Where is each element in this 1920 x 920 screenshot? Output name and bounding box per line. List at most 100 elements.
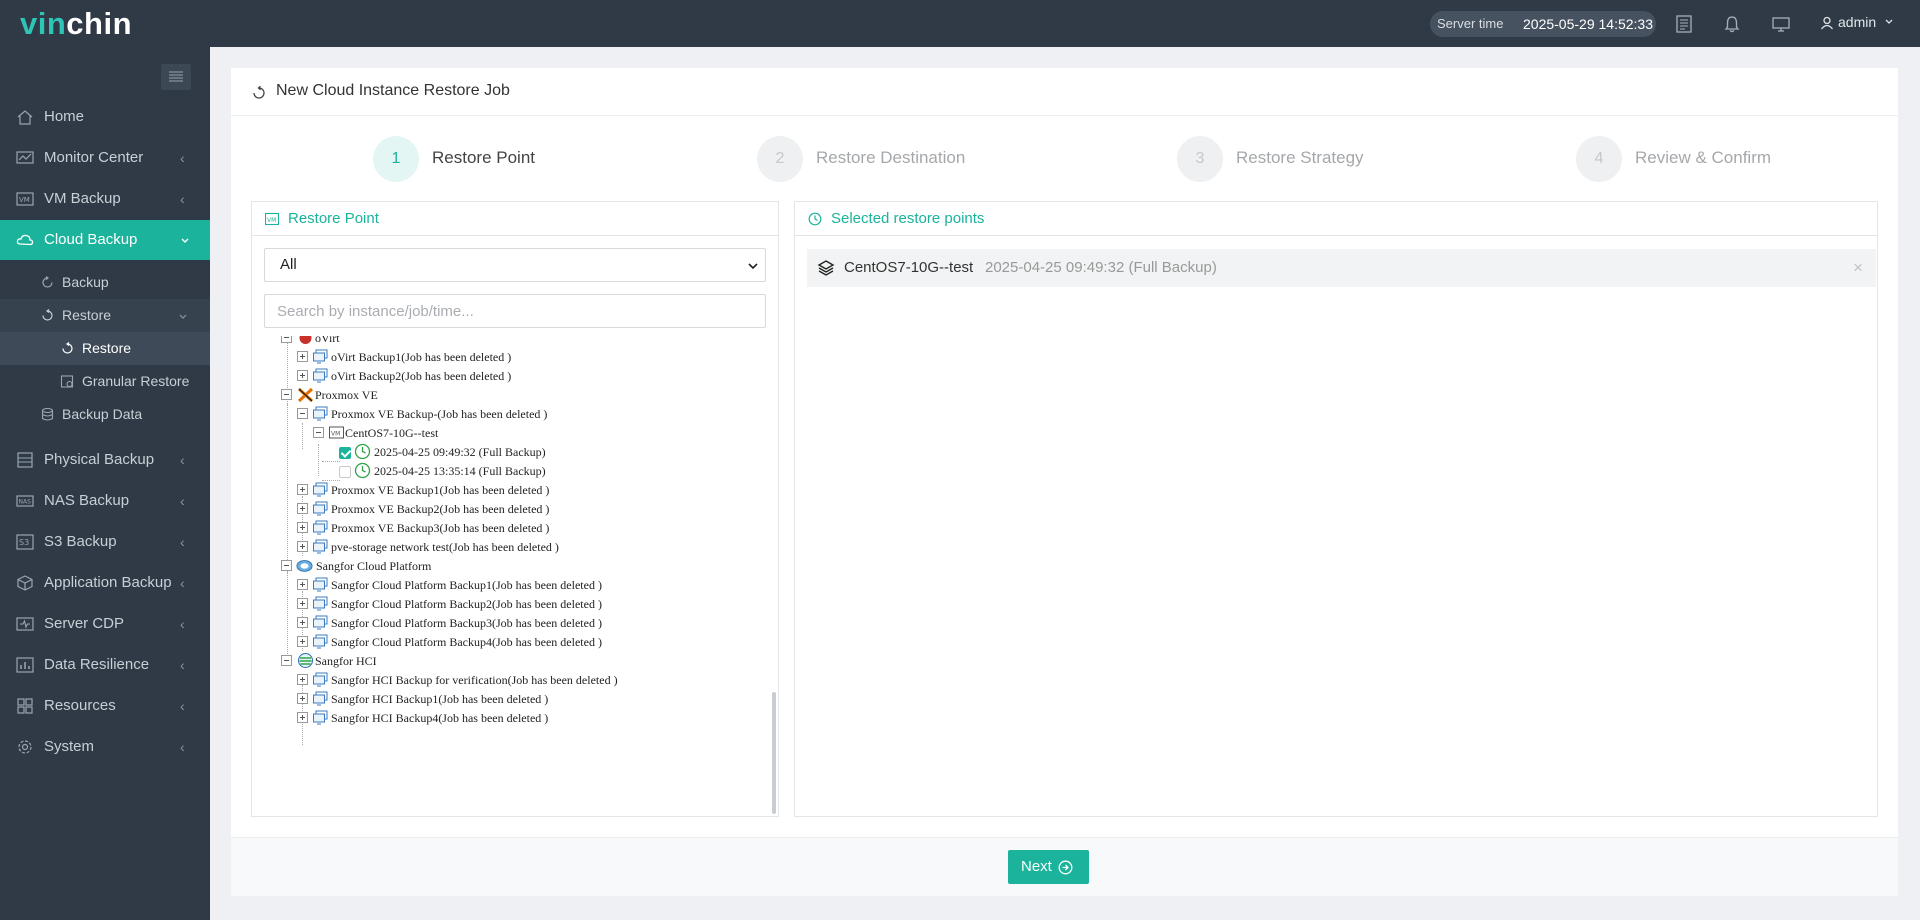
job-icon: [313, 368, 328, 383]
sidebar-sub-label: Restore: [62, 307, 112, 323]
sidebar-collapse-button[interactable]: [161, 64, 191, 90]
chevron-left-icon: ‹: [180, 534, 185, 550]
job-icon: [313, 634, 328, 649]
job-icon: [313, 501, 328, 516]
expand-toggle[interactable]: [297, 693, 308, 704]
expand-toggle[interactable]: [297, 712, 308, 723]
sidebar-item-label: Cloud Backup: [44, 231, 138, 248]
gear-icon: [18, 740, 32, 754]
nas-icon: NAS: [16, 495, 34, 507]
next-button[interactable]: Next: [1008, 850, 1089, 884]
sidebar-sub-backup[interactable]: Backup: [0, 266, 210, 299]
sidebar-item-label: Server CDP: [44, 615, 125, 632]
chevron-left-icon: ‹: [180, 493, 185, 509]
sidebar-sub-label: Backup: [62, 274, 109, 290]
bell-icon[interactable]: [1722, 14, 1742, 34]
job-icon: [313, 615, 328, 630]
tree-node-label: Proxmox VE Backup-(Job has been deleted …: [331, 407, 548, 421]
tree-scrollbar[interactable]: [772, 692, 776, 814]
sidebar-item-application-backup[interactable]: Application Backup ‹: [0, 563, 210, 603]
proxmox-logo-icon: [297, 387, 314, 403]
sidebar-sub-restore[interactable]: Restore: [0, 299, 210, 332]
monitor-icon[interactable]: [1771, 14, 1791, 34]
collapse-toggle[interactable]: [281, 560, 292, 571]
collapse-toggle[interactable]: [297, 408, 308, 419]
step-label: Review & Confirm: [1635, 148, 1772, 167]
svg-text:S3: S3: [19, 538, 29, 547]
sidebar-sub-backup-data[interactable]: Backup Data: [0, 398, 210, 431]
sidebar-item-nas-backup[interactable]: NAS NAS Backup ‹: [0, 481, 210, 521]
sidebar-item-label: Home: [44, 108, 85, 125]
sidebar-item-system[interactable]: System ‹: [0, 727, 210, 767]
sidebar-item-physical-backup[interactable]: Physical Backup ‹: [0, 440, 210, 480]
expand-toggle[interactable]: [297, 484, 308, 495]
chevron-left-icon: ‹: [180, 698, 185, 714]
expand-toggle[interactable]: [297, 674, 308, 685]
next-button-label: Next: [1021, 858, 1052, 875]
layers-icon: [817, 260, 835, 276]
vinchin-logo[interactable]: vinchin: [20, 6, 132, 42]
cube-icon: [17, 575, 33, 591]
restore-point-checkbox[interactable]: [339, 466, 351, 478]
job-icon: [313, 406, 328, 421]
restore-point-checkbox[interactable]: [339, 447, 351, 459]
sidebar-item-server-cdp[interactable]: Server CDP ‹: [0, 604, 210, 644]
sidebar-item-s3-backup[interactable]: S3 S3 Backup ‹: [0, 522, 210, 562]
tree-node-label: 2025-04-25 13:35:14 (Full Backup): [374, 464, 546, 478]
page-title: New Cloud Instance Restore Job: [276, 82, 510, 99]
user-menu[interactable]: admin: [1820, 14, 1898, 30]
notes-icon[interactable]: [1674, 14, 1694, 34]
chevron-down-icon: [179, 314, 187, 319]
sidebar-sub-label: Granular Restore: [82, 373, 190, 389]
expand-toggle[interactable]: [297, 598, 308, 609]
job-icon: [313, 520, 328, 535]
tree-node-label: Proxmox VE: [315, 388, 378, 402]
selected-point-info: 2025-04-25 09:49:32 (Full Backup): [985, 259, 1217, 276]
sidebar-item-label: VM Backup: [44, 190, 121, 207]
chevron-left-icon: ‹: [180, 191, 185, 207]
close-icon[interactable]: ×: [1853, 249, 1863, 287]
sidebar-item-resources[interactable]: Resources ‹: [0, 686, 210, 726]
tree-node-label: Sangfor Cloud Platform Backup3(Job has b…: [331, 616, 602, 630]
expand-toggle[interactable]: [297, 522, 308, 533]
sidebar-item-monitor-center[interactable]: Monitor Center ‹: [0, 138, 210, 178]
expand-toggle[interactable]: [297, 617, 308, 628]
sidebar-item-home[interactable]: Home: [0, 97, 210, 137]
collapse-toggle[interactable]: [281, 389, 292, 400]
sidebar-item-label: Application Backup: [44, 574, 172, 591]
sidebar-item-label: Resources: [44, 697, 116, 714]
collapse-toggle[interactable]: [313, 427, 324, 438]
cloud-icon: [16, 234, 34, 246]
sidebar-sub-restore-child[interactable]: Restore: [0, 332, 210, 365]
user-name: admin: [1838, 14, 1877, 30]
expand-toggle[interactable]: [297, 541, 308, 552]
expand-toggle[interactable]: [297, 370, 308, 381]
panel-title: Selected restore points: [831, 210, 985, 227]
s3-icon: S3: [16, 534, 34, 550]
step-label: Restore Point: [432, 148, 535, 167]
collapse-toggle[interactable]: [281, 655, 292, 666]
sidebar-item-label: Monitor Center: [44, 149, 144, 166]
collapse-toggle[interactable]: [281, 336, 292, 343]
sidebar-item-data-resilience[interactable]: Data Resilience ‹: [0, 645, 210, 685]
filter-select[interactable]: All: [264, 248, 766, 282]
expand-toggle[interactable]: [297, 503, 308, 514]
expand-toggle[interactable]: [297, 579, 308, 590]
chevron-left-icon: ‹: [180, 739, 185, 755]
logo-part-vin: vin: [20, 6, 67, 41]
server-time-badge: Server time 2025-05-29 14:52:33: [1430, 11, 1656, 37]
tree-node-label: oVirt Backup1(Job has been deleted ): [331, 350, 512, 364]
job-icon: [313, 349, 328, 364]
sidebar-item-vm-backup[interactable]: VM VM Backup ‹: [0, 179, 210, 219]
tree-node-label: Sangfor Cloud Platform: [316, 559, 432, 573]
expand-toggle[interactable]: [297, 636, 308, 647]
grid-icon: [17, 698, 33, 714]
tree-node-label: Proxmox VE Backup2(Job has been deleted …: [331, 502, 550, 516]
sidebar-item-cloud-backup[interactable]: Cloud Backup: [0, 220, 210, 260]
sidebar-sub-granular-restore[interactable]: Granular Restore: [0, 365, 210, 398]
sidebar-item-label: S3 Backup: [44, 533, 117, 550]
step-number: 4: [1576, 136, 1622, 182]
svg-text:NAS: NAS: [19, 499, 32, 506]
expand-toggle[interactable]: [297, 351, 308, 362]
search-input[interactable]: [264, 294, 766, 328]
